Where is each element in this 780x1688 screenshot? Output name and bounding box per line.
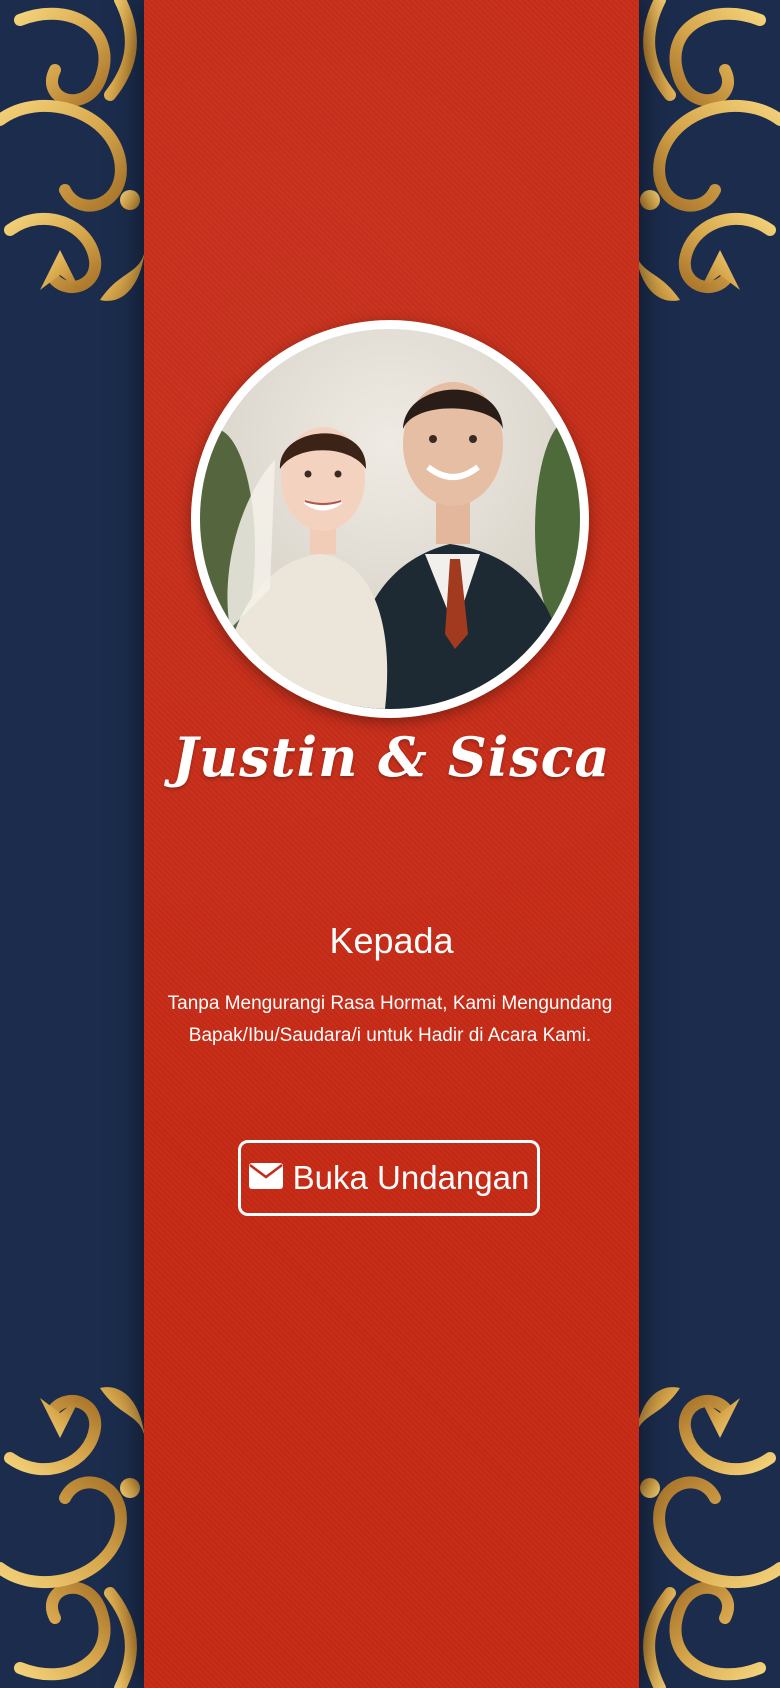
gold-ornament-top-right [635,0,780,301]
open-invitation-button[interactable]: Buka Undangan [238,1140,540,1216]
gold-ornament-bottom-right [635,1387,780,1688]
envelope-icon [248,1163,283,1190]
red-center-panel [144,0,639,1688]
gold-ornament-top-left [0,0,145,301]
couple-photo-frame [191,320,589,718]
open-invitation-label: Buka Undangan [292,1159,530,1196]
greeting-label: Kepada [329,920,454,961]
couple-names-title: Justin & Sisca [172,725,611,789]
couple-photo [200,329,580,709]
gold-ornament-bottom-left [0,1387,145,1688]
invitation-cover: Justin & Sisca Kepada Tanpa Mengurangi R… [0,0,780,1688]
invitation-message: Tanpa Mengurangi Rasa Hormat, Kami Mengu… [167,993,613,1046]
